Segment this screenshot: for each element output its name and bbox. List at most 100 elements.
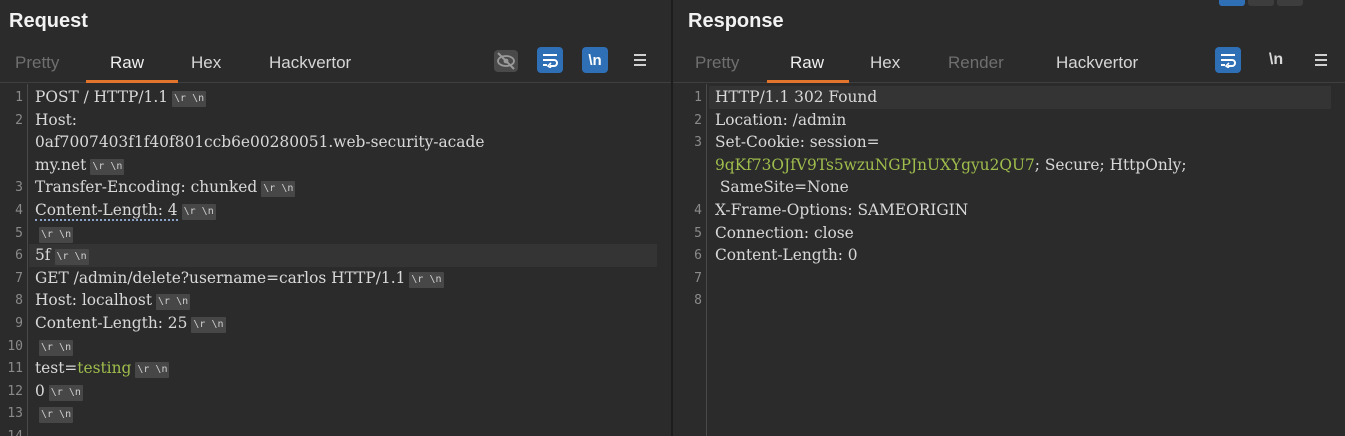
- crlf-marker: \r \n: [54, 249, 89, 266]
- active-tab-indicator: [767, 80, 849, 83]
- param-value: testing: [77, 359, 132, 378]
- line-number: 3: [694, 135, 702, 151]
- layout-toggle-button[interactable]: [1219, 0, 1245, 6]
- hamburger-menu-icon[interactable]: [628, 47, 652, 73]
- code-line: my.net \r \n: [35, 154, 125, 177]
- newline-icon[interactable]: \n: [1263, 47, 1289, 73]
- line-number: 7: [694, 270, 702, 286]
- code-line: Host: localhost \r \n: [35, 289, 191, 312]
- code-line: Location: /admin: [715, 109, 846, 132]
- response-pane: Response Pretty Raw Hex Render Hackverto…: [673, 0, 1345, 436]
- crlf-marker: \r \n: [39, 226, 74, 243]
- code-line: 0af7007403f1f40f801ccb6e00280051.web-sec…: [35, 131, 484, 154]
- line-text: HTTP/1.1 302 Found: [715, 88, 878, 106]
- request-editor[interactable]: 1 POST / HTTP/1.1 \r \n 2 Host: 0af7007403f1f…: [0, 84, 671, 436]
- request-pane: Request Pretty Raw Hex Hackvertor \n 1 P…: [0, 0, 671, 436]
- line-number: 4: [694, 203, 702, 218]
- crlf-marker: \r \n: [39, 339, 74, 356]
- code-line: test=testing \r \n: [35, 357, 170, 380]
- crlf-marker: \r \n: [172, 91, 207, 107]
- line-number: 9: [15, 316, 23, 331]
- layout-toggle-button-2[interactable]: [1248, 0, 1274, 6]
- crlf-marker: \r \n: [135, 362, 170, 379]
- tab-hackvertor[interactable]: Hackvertor: [1056, 53, 1138, 73]
- line-number: 12: [7, 383, 23, 399]
- line-number: 13: [7, 406, 23, 422]
- line-text: my.net: [35, 155, 87, 174]
- tab-hex[interactable]: Hex: [870, 53, 900, 73]
- eye-off-icon[interactable]: [491, 48, 521, 74]
- tab-pretty[interactable]: Pretty: [695, 53, 739, 73]
- line-number: 2: [15, 112, 23, 128]
- code-line: Transfer-Encoding: chunked \r \n: [35, 176, 296, 199]
- crlf-marker: \r \n: [409, 271, 444, 288]
- response-title: Response: [688, 10, 784, 32]
- line-text: GET /admin/delete?username=carlos HTTP/1…: [35, 268, 406, 287]
- response-editor[interactable]: 1 HTTP/1.1 302 Found 2 Location: /admin 3 Set…: [673, 84, 1345, 436]
- line-text: Transfer-Encoding: chunked: [35, 178, 258, 197]
- crlf-marker: \r \n: [191, 317, 226, 333]
- line-text-rest: ; Secure; HttpOnly;: [1034, 155, 1187, 174]
- code-line: Connection: close: [715, 222, 854, 245]
- crlf-marker: \r \n: [181, 204, 216, 220]
- layout-toggle-button-3[interactable]: [1277, 0, 1303, 6]
- code-line: 0 \r \n: [35, 380, 83, 403]
- line-number: 11: [7, 361, 23, 377]
- request-title: Request: [9, 10, 88, 32]
- line-number: 1: [15, 90, 23, 105]
- wrap-icon[interactable]: [537, 47, 563, 73]
- tab-pretty[interactable]: Pretty: [15, 53, 59, 73]
- code-line: \r \n: [35, 222, 74, 245]
- line-number: 6: [15, 248, 23, 264]
- code-line: GET /admin/delete?username=carlos HTTP/1…: [35, 267, 444, 290]
- code-line: X-Frame-Options: SAMEORIGIN: [715, 199, 968, 222]
- line-number: 8: [15, 293, 23, 309]
- line-text: Set-Cookie: session=: [715, 133, 880, 152]
- line-number: 7: [15, 270, 23, 286]
- code-line: \r \n: [35, 335, 74, 358]
- line-text: Content-Length: 25: [35, 314, 188, 332]
- line-text: Location: /admin: [715, 110, 847, 129]
- line-text: SameSite=None: [715, 178, 849, 197]
- code-line: SameSite=None: [715, 176, 849, 199]
- tab-raw[interactable]: Raw: [790, 53, 824, 73]
- line-number: 5: [15, 225, 23, 241]
- line-number: 3: [15, 180, 23, 196]
- param-value: 9qKf73OJfV9Ts5wzuNGPJnUXYgyu2QU7: [715, 155, 1035, 174]
- wrap-icon[interactable]: [1215, 47, 1241, 73]
- response-tabs: Pretty Raw Hex Render Hackvertor \n: [673, 47, 1345, 83]
- tab-hackvertor[interactable]: Hackvertor: [269, 53, 351, 73]
- crlf-marker: \r \n: [156, 294, 191, 311]
- code-line: Set-Cookie: session=: [715, 131, 880, 154]
- hamburger-menu-icon[interactable]: [1309, 47, 1333, 73]
- request-tabs: Pretty Raw Hex Hackvertor \n: [0, 47, 671, 83]
- line-text: X-Frame-Options: SAMEORIGIN: [715, 201, 969, 219]
- line-text: Content-Length: 4: [35, 201, 178, 221]
- code-line: 5f \r \n: [35, 244, 89, 267]
- crlf-marker: \r \n: [48, 384, 83, 401]
- active-tab-indicator: [86, 80, 178, 83]
- tab-raw[interactable]: Raw: [110, 53, 144, 73]
- crlf-marker: \r \n: [90, 158, 125, 175]
- line-text: test=: [35, 359, 78, 378]
- code-line: Content-Length: 0: [715, 244, 858, 267]
- line-text: POST / HTTP/1.1: [35, 88, 169, 106]
- tab-render[interactable]: Render: [948, 53, 1004, 73]
- line-number: 8: [694, 293, 702, 309]
- current-line-highlight: [29, 244, 657, 268]
- code-line: Content-Length: 4 \r \n: [35, 199, 216, 222]
- line-text: Connection: close: [715, 223, 854, 242]
- line-text: 0: [35, 381, 45, 400]
- crlf-marker: \r \n: [39, 407, 74, 424]
- line-number: 1: [694, 90, 702, 105]
- newline-icon[interactable]: \n: [582, 47, 608, 73]
- line-number: 6: [694, 248, 702, 264]
- line-text: 0af7007403f1f40f801ccb6e00280051.web-sec…: [35, 133, 485, 152]
- line-number: 10: [7, 338, 23, 354]
- tab-hex[interactable]: Hex: [191, 53, 221, 73]
- line-number: 5: [694, 225, 702, 241]
- line-text: Host:: [35, 110, 77, 129]
- code-line: 9qKf73OJfV9Ts5wzuNGPJnUXYgyu2QU7; Secure…: [715, 154, 1187, 177]
- code-line: \r \n: [35, 402, 74, 425]
- line-text: Host: localhost: [35, 291, 153, 310]
